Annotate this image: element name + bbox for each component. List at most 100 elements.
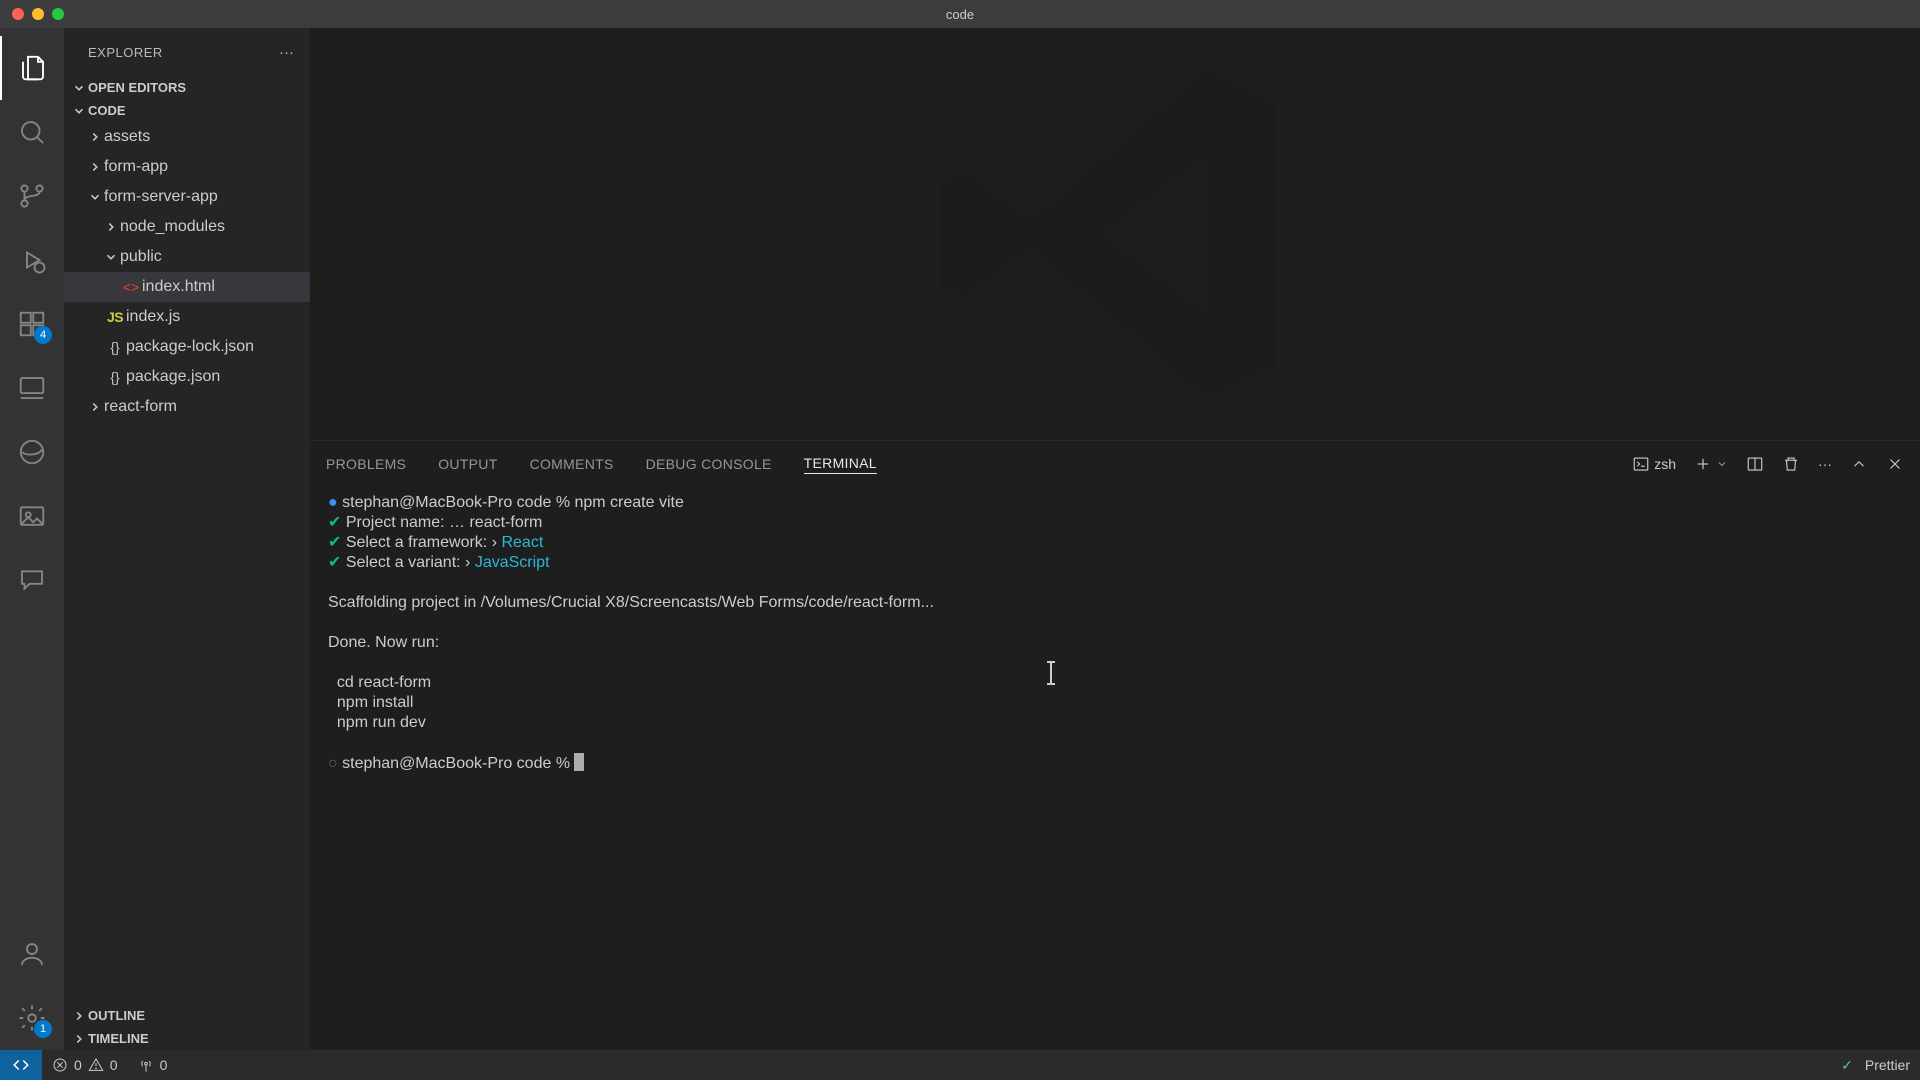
- workspace-section[interactable]: CODE: [64, 99, 310, 122]
- terminal-cursor: [574, 753, 584, 771]
- minimize-window-button[interactable]: [32, 8, 44, 20]
- tab-terminal[interactable]: TERMINAL: [804, 455, 877, 474]
- ports-count: 0: [160, 1057, 168, 1073]
- remote-icon: [12, 1056, 30, 1074]
- file-package-lock[interactable]: {} package-lock.json: [64, 332, 310, 362]
- panel-actions: zsh ···: [1632, 455, 1904, 473]
- status-ports[interactable]: 0: [128, 1057, 178, 1073]
- chevron-down-icon: [72, 81, 86, 95]
- activity-explorer[interactable]: [0, 36, 64, 100]
- activity-bar: 4 1: [0, 28, 64, 1050]
- folder-react-form[interactable]: react-form: [64, 392, 310, 422]
- folder-label: react-form: [104, 398, 177, 416]
- js-file-icon: JS: [104, 309, 126, 325]
- extensions-badge: 4: [34, 326, 52, 344]
- terminal-content[interactable]: ● stephan@MacBook-Pro code % npm create …: [310, 487, 1920, 1050]
- folder-public[interactable]: public: [64, 242, 310, 272]
- sidebar-more-button[interactable]: ···: [279, 44, 294, 61]
- maximize-window-button[interactable]: [52, 8, 64, 20]
- comment-icon: [17, 565, 47, 595]
- activity-run-debug[interactable]: [0, 228, 64, 292]
- file-package-json[interactable]: {} package.json: [64, 362, 310, 392]
- split-icon: [1746, 455, 1764, 473]
- files-icon: [18, 53, 48, 83]
- folder-form-app[interactable]: form-app: [64, 152, 310, 182]
- folder-form-server-app[interactable]: form-server-app: [64, 182, 310, 212]
- chevron-down-icon: [88, 190, 102, 204]
- sidebar: EXPLORER ··· OPEN EDITORS CODE assets fo…: [64, 28, 310, 1050]
- bottom-panel: PROBLEMS OUTPUT COMMENTS DEBUG CONSOLE T…: [310, 440, 1920, 1050]
- file-index-js[interactable]: JS index.js: [64, 302, 310, 332]
- file-index-html[interactable]: <> index.html: [64, 272, 310, 302]
- activity-accounts[interactable]: [0, 922, 64, 986]
- activity-extensions[interactable]: 4: [0, 292, 64, 356]
- file-tree: assets form-app form-server-app node_mod…: [64, 122, 310, 1004]
- prettier-label: Prettier: [1865, 1057, 1910, 1073]
- chevron-right-icon: [72, 1032, 86, 1046]
- panel-tabs: PROBLEMS OUTPUT COMMENTS DEBUG CONSOLE T…: [310, 441, 1920, 487]
- new-terminal-button[interactable]: [1694, 455, 1728, 473]
- activity-comments[interactable]: [0, 548, 64, 612]
- terminal-line: ✔ Select a framework: › React: [328, 533, 1902, 553]
- close-window-button[interactable]: [12, 8, 24, 20]
- error-count: 0: [74, 1057, 82, 1073]
- remote-explorer-icon: [17, 373, 47, 403]
- editor-empty-state: [310, 28, 1920, 440]
- activity-source-control[interactable]: [0, 164, 64, 228]
- open-editors-section[interactable]: OPEN EDITORS: [64, 76, 310, 99]
- terminal-line: cd react-form: [328, 673, 1902, 693]
- chevron-down-icon: [104, 250, 118, 264]
- git-branch-icon: [17, 181, 47, 211]
- activity-edge-tools[interactable]: [0, 420, 64, 484]
- folder-label: assets: [104, 128, 150, 146]
- folder-assets[interactable]: assets: [64, 122, 310, 152]
- timeline-section[interactable]: TIMELINE: [64, 1027, 310, 1050]
- activity-remote-explorer[interactable]: [0, 356, 64, 420]
- edge-icon: [17, 437, 47, 467]
- maximize-panel-button[interactable]: [1850, 455, 1868, 473]
- workspace-label: CODE: [88, 103, 126, 118]
- account-icon: [17, 939, 47, 969]
- terminal-line: [328, 653, 1902, 673]
- kill-terminal-button[interactable]: [1782, 455, 1800, 473]
- close-icon: [1886, 455, 1904, 473]
- chevron-right-icon: [88, 400, 102, 414]
- close-panel-button[interactable]: [1886, 455, 1904, 473]
- warning-icon: [88, 1057, 104, 1073]
- folder-label: form-server-app: [104, 188, 218, 206]
- activity-search[interactable]: [0, 100, 64, 164]
- terminal-line: [328, 613, 1902, 633]
- radio-tower-icon: [138, 1057, 154, 1073]
- search-icon: [17, 117, 47, 147]
- plus-icon: [1694, 455, 1712, 473]
- outline-section[interactable]: OUTLINE: [64, 1004, 310, 1027]
- debug-icon: [17, 245, 47, 275]
- html-file-icon: <>: [120, 279, 142, 295]
- remote-indicator[interactable]: [0, 1050, 42, 1080]
- tab-comments[interactable]: COMMENTS: [530, 456, 614, 472]
- error-icon: [52, 1057, 68, 1073]
- terminal-profile-button[interactable]: zsh: [1632, 455, 1676, 473]
- folder-node-modules[interactable]: node_modules: [64, 212, 310, 242]
- settings-badge: 1: [34, 1020, 52, 1038]
- open-editors-label: OPEN EDITORS: [88, 80, 186, 95]
- status-prettier[interactable]: ✓ Prettier: [1831, 1057, 1920, 1074]
- terminal-line: ✔ Project name: … react-form: [328, 513, 1902, 533]
- file-label: index.html: [142, 278, 215, 296]
- status-problems[interactable]: 0 0: [42, 1057, 128, 1073]
- file-label: package-lock.json: [126, 338, 254, 356]
- activity-media[interactable]: [0, 484, 64, 548]
- sidebar-title: EXPLORER: [88, 45, 163, 60]
- tab-debug-console[interactable]: DEBUG CONSOLE: [646, 456, 772, 472]
- check-icon: ✓: [1841, 1057, 1853, 1074]
- warning-count: 0: [110, 1057, 118, 1073]
- statusbar: 0 0 0 ✓ Prettier: [0, 1050, 1920, 1080]
- vscode-watermark-icon: [905, 24, 1325, 444]
- chevron-down-icon: [72, 104, 86, 118]
- tab-problems[interactable]: PROBLEMS: [326, 456, 406, 472]
- split-terminal-button[interactable]: [1746, 455, 1764, 473]
- activity-settings[interactable]: 1: [0, 986, 64, 1050]
- more-actions-button[interactable]: ···: [1818, 456, 1832, 472]
- text-caret: [1050, 663, 1052, 683]
- tab-output[interactable]: OUTPUT: [438, 456, 497, 472]
